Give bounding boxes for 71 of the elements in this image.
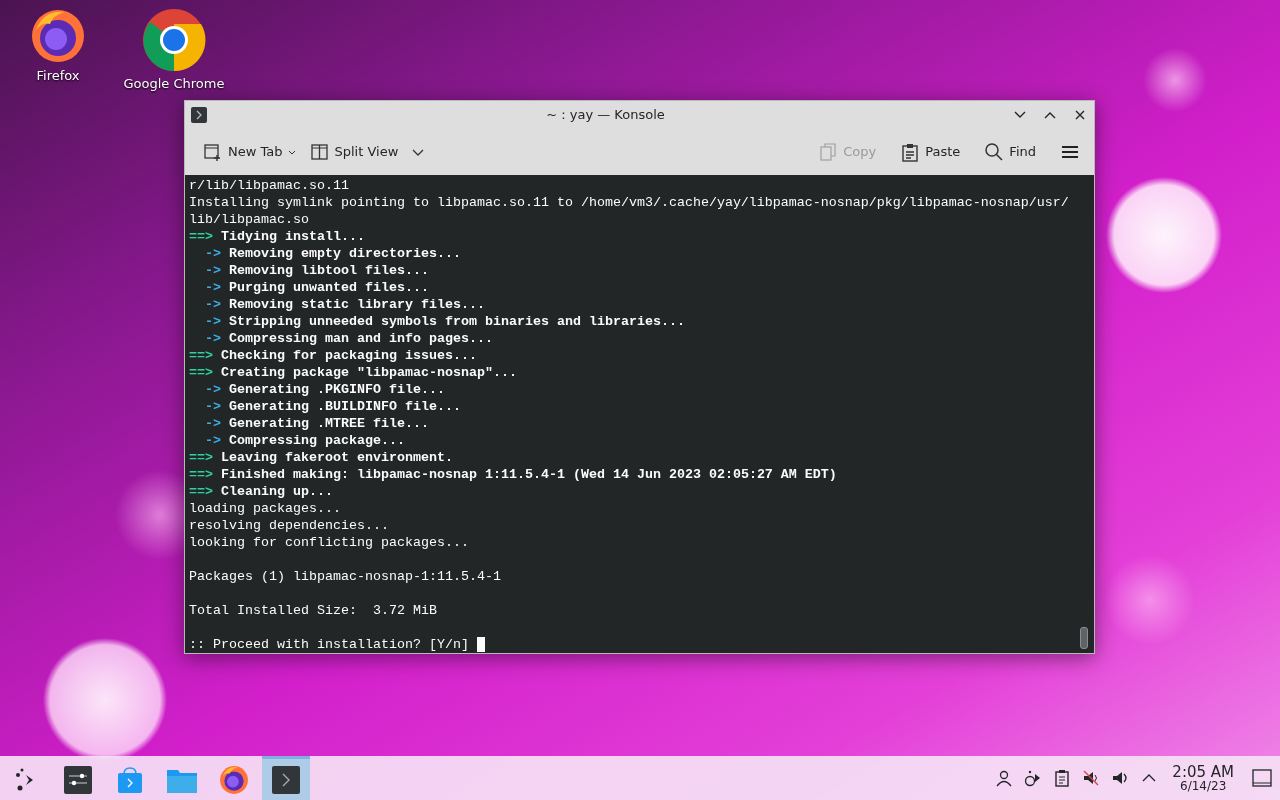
terminal-line: Total Installed Size: 3.72 MiB (189, 602, 437, 619)
terminal-line: Creating package "libpamac-nosnap"... (220, 364, 517, 381)
terminal-line: Checking for packaging issues... (220, 347, 477, 364)
scroll-bar[interactable] (1080, 627, 1088, 649)
split-view-button[interactable]: Split View (305, 137, 430, 166)
terminal-line: Generating .MTREE file... (228, 415, 429, 432)
terminal-line: Generating .BUILDINFO file... (228, 398, 461, 415)
terminal-line: Stripping unneeded symbols from binaries and libraries... (228, 313, 685, 330)
line-prefix: ==> (189, 364, 213, 381)
terminal-line: r/lib/libpamac.so.11 (189, 177, 349, 194)
terminal-line: Installing symlink pointing to libpamac.so.11 to /home/vm3/.cache/yay/libpamac-nosnap/pkg/libpamac-nosnap/usr/ (189, 194, 1069, 211)
new-tab-button[interactable]: New Tab (199, 137, 300, 166)
search-icon (984, 141, 1005, 162)
line-prefix: -> (204, 245, 221, 262)
line-prefix: -> (204, 330, 221, 347)
terminal-line: Generating .PKGINFO file... (228, 381, 445, 398)
firefox-icon (30, 8, 86, 64)
line-prefix: ==> (189, 228, 213, 245)
terminal-line: Packages (1) libpamac-nosnap-1:11.5.4-1 (189, 568, 501, 585)
clock-date: 6/14/23 (1180, 779, 1227, 792)
shopping-bag-icon (116, 765, 144, 794)
line-prefix: -> (204, 262, 221, 279)
clipboard-icon (900, 141, 921, 162)
muted-speaker-icon[interactable] (1082, 769, 1101, 787)
desktop-shortcut[interactable]: Firefox (2, 8, 114, 83)
line-prefix: -> (204, 296, 221, 313)
terminal-line: Removing empty directories... (228, 245, 461, 262)
terminal-line: Removing static library files... (228, 296, 485, 313)
speaker-icon[interactable] (1111, 769, 1130, 787)
clock-time: 2:05 AM (1172, 764, 1234, 780)
show-desktop-icon[interactable] (1252, 769, 1272, 787)
user-icon[interactable] (995, 769, 1014, 787)
line-prefix: -> (204, 398, 221, 415)
terminal-icon (191, 106, 207, 123)
new-tab-icon (203, 141, 223, 162)
line-prefix: ==> (189, 347, 213, 364)
terminal-line: looking for conflicting packages... (189, 534, 469, 551)
prompt-line: :: Proceed with installation? [Y/n] (189, 636, 469, 653)
chrome-icon (142, 8, 206, 72)
terminal-icon (272, 765, 300, 794)
window-title: ~ : yay — Konsole (545, 107, 666, 123)
terminal-line: Removing libtool files... (228, 262, 429, 279)
firefox-icon (219, 764, 249, 795)
terminal-line: Cleaning up... (220, 483, 333, 500)
terminal-line: Compressing package... (228, 432, 405, 449)
line-prefix: -> (204, 415, 221, 432)
find-button[interactable]: Find (980, 137, 1040, 166)
task-manager-item[interactable] (262, 756, 310, 800)
settings-icon (64, 765, 92, 794)
terminal-line: Compressing man and info pages... (228, 330, 493, 347)
line-prefix: ==> (189, 449, 213, 466)
clock[interactable]: 2:05 AM 6/14/23 (1172, 756, 1234, 800)
split-view-icon (309, 141, 330, 162)
paste-button[interactable]: Paste (896, 137, 965, 166)
terminal-line: lib/libpamac.so (189, 211, 309, 228)
terminal-line: loading packages... (189, 500, 341, 517)
text-cursor (476, 637, 485, 652)
line-prefix: -> (204, 432, 221, 449)
terminal-line: Leaving fakeroot environment. (220, 449, 453, 466)
copy-icon (818, 141, 839, 162)
terminal-line: Tidying install... (220, 228, 365, 245)
line-prefix: -> (204, 381, 221, 398)
line-prefix: -> (204, 313, 221, 330)
line-prefix: ==> (189, 466, 213, 483)
terminal-line: Finished making: libpamac-nosnap 1:11.5.4-1 (Wed 14 Jun 2023 02:05:27 AM EDT) (220, 466, 837, 483)
clipboard-icon[interactable] (1053, 769, 1072, 787)
line-prefix: -> (204, 279, 221, 296)
desktop-shortcut[interactable]: Google Chrome (118, 8, 230, 91)
terminal-line: resolving dependencies... (189, 517, 389, 534)
terminal-line: Purging unwanted files... (228, 279, 429, 296)
line-prefix: ==> (189, 483, 213, 500)
